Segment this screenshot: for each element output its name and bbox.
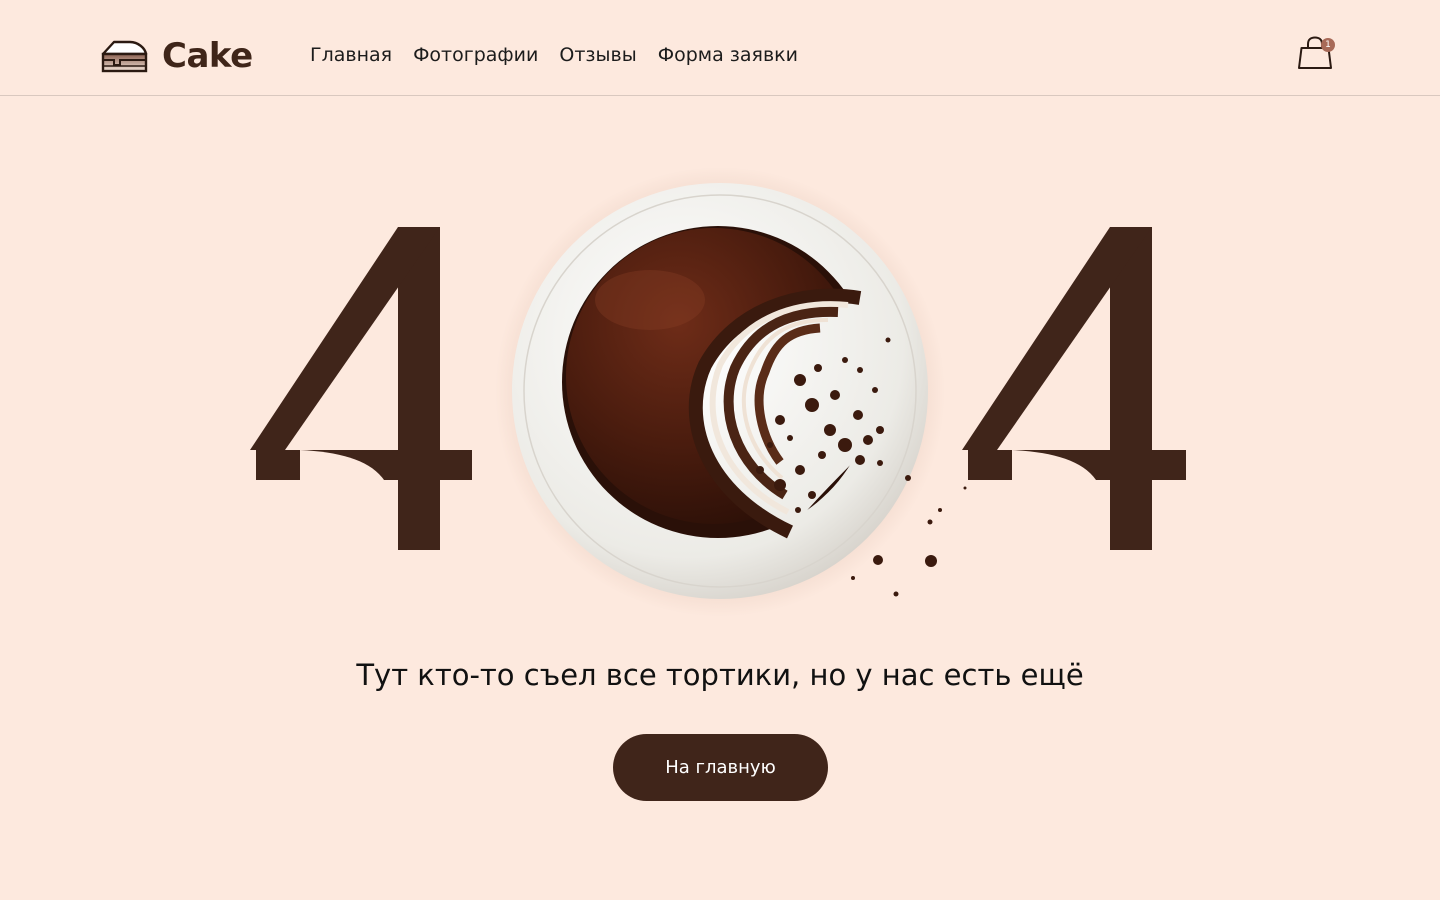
digit-four-right (962, 227, 1186, 550)
brand-name: Cake (162, 36, 253, 76)
site-header: Cake Главная Фотографии Отзывы Форма зая… (0, 0, 1440, 96)
cake-slice-icon (101, 40, 148, 73)
cart-button[interactable]: 1 (1297, 36, 1337, 72)
nav-item-reviews[interactable]: Отзывы (559, 42, 636, 68)
error-message: Тут кто-то съел все тортики, но у нас ес… (356, 658, 1084, 692)
cart-count-badge: 1 (1321, 38, 1335, 52)
nav-item-home[interactable]: Главная (310, 42, 392, 68)
digit-four-left (250, 227, 472, 550)
nav-item-photos[interactable]: Фотографии (413, 42, 538, 68)
nav-item-order-form[interactable]: Форма заявки (658, 42, 798, 68)
logo[interactable]: Cake (100, 36, 253, 76)
main-nav: Главная Фотографии Отзывы Форма заявки (310, 42, 819, 68)
home-button[interactable]: На главную (613, 734, 828, 801)
